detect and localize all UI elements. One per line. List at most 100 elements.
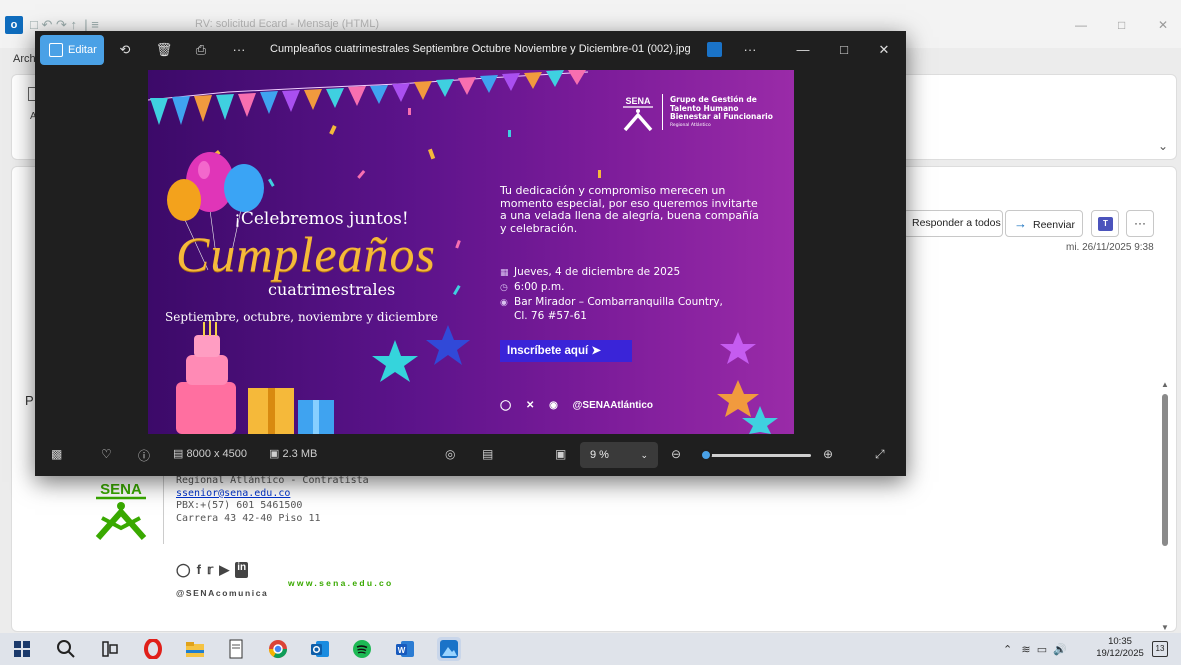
notification-center-icon[interactable]: 13 xyxy=(1152,641,1168,657)
signature-phone: PBX:+(57) 601 5461500 xyxy=(176,500,303,511)
rotate-icon[interactable]: ⟲ xyxy=(116,41,134,59)
chrome-icon[interactable] xyxy=(268,639,288,659)
sena-photo-logo-text: SENA xyxy=(625,96,651,106)
wifi-icon[interactable]: ≋ xyxy=(1021,644,1030,656)
facebook-icon: ◉ xyxy=(549,400,558,411)
viewer-filename: Cumpleaños cuatrimestrales Septiembre Oc… xyxy=(270,43,691,55)
youtube-icon[interactable]: ▶ xyxy=(219,562,229,578)
event-place-text: Bar Mirador – Combarranquilla Country, xyxy=(514,296,723,308)
battery-icon[interactable]: ▭ xyxy=(1037,644,1047,656)
viewer-bottom-bar: ▩ ♡ ⓘ ▤ 8000 x 4500 ▣ 2.3 MB ◎ ▤ ▣ 9 % ⌄ … xyxy=(35,434,906,476)
twitter-icon[interactable]: 𝕣 xyxy=(207,562,213,578)
ribbon-tab-file[interactable]: Arch xyxy=(13,53,36,65)
outlook-taskbar-icon[interactable] xyxy=(310,639,330,659)
windows-icon xyxy=(14,641,30,657)
instagram-icon[interactable]: ◯ xyxy=(176,562,191,578)
save-icon[interactable]: □ xyxy=(30,17,38,32)
event-date: ▦ Jueves, 4 de diciembre de 2025 xyxy=(500,266,680,278)
zoom-level-text: 9 % xyxy=(590,449,609,461)
viewer-minimize-icon[interactable]: — xyxy=(794,41,812,59)
taskbar-clock[interactable]: 10:35 19/12/2025 xyxy=(1096,636,1144,660)
signature-address: Carrera 43 42-40 Piso 11 xyxy=(176,512,321,524)
arrow-right-icon: → xyxy=(1014,216,1027,231)
event-time: ◷ 6:00 p.m. xyxy=(500,281,565,293)
image-dimensions: ▤ 8000 x 4500 xyxy=(173,447,247,460)
chevron-down-icon[interactable]: ⌄ xyxy=(1158,139,1168,153)
filmstrip-icon[interactable]: ▩ xyxy=(51,447,62,461)
file-size-text: 2.3 MB xyxy=(282,448,318,460)
file-size-icon: ▣ xyxy=(269,448,280,460)
menu-icon[interactable]: | ≡ xyxy=(81,17,99,32)
cursor-click-icon: ➤ xyxy=(591,345,602,357)
file-explorer-icon[interactable] xyxy=(185,639,205,659)
zoom-out-icon[interactable]: ⊖ xyxy=(671,447,681,461)
more-icon[interactable]: ··· xyxy=(741,41,759,59)
task-view-icon[interactable] xyxy=(100,639,120,659)
scan-text-icon[interactable]: ▤ xyxy=(482,447,493,461)
edit-button[interactable]: Editar xyxy=(40,35,104,65)
chevron-up-icon[interactable]: ⌃ xyxy=(1003,644,1012,656)
sena-logo-text: SENA xyxy=(100,481,142,498)
organization-name: Grupo de Gestión de Talento Humano Biene… xyxy=(670,95,773,130)
photos-icon[interactable] xyxy=(437,637,461,661)
invitation-paragraph: Tu dedicación y compromiso merecen un mo… xyxy=(500,184,759,235)
start-button[interactable] xyxy=(12,639,32,659)
search-icon[interactable] xyxy=(56,639,76,659)
delete-icon[interactable]: 🗑 xyxy=(155,41,173,59)
spotify-icon[interactable] xyxy=(352,639,372,659)
viewer-close-icon[interactable]: ✕ xyxy=(875,41,893,59)
share-icon[interactable] xyxy=(707,42,722,57)
signature-line: Regional Atlántico - Contratista xyxy=(176,475,369,486)
teams-icon: T xyxy=(1098,217,1113,231)
fit-to-window-icon[interactable]: ▣ xyxy=(555,447,566,461)
more-options-icon[interactable]: ··· xyxy=(230,41,248,59)
scroll-down-icon[interactable]: ▼ xyxy=(1161,623,1169,632)
viewer-toolbar: Editar ⟲ 🗑 ⎙ ··· Cumpleaños cuatrimestra… xyxy=(35,31,906,69)
file-size: ▣ 2.3 MB xyxy=(269,447,317,460)
volume-icon[interactable]: 🔊 xyxy=(1053,644,1067,656)
zoom-level-select[interactable]: 9 % ⌄ xyxy=(580,442,658,468)
word-icon[interactable]: W xyxy=(395,639,415,659)
scrollbar[interactable]: ▲ ▼ xyxy=(1158,380,1172,632)
zoom-in-icon[interactable]: ⊕ xyxy=(823,447,833,461)
opera-icon[interactable] xyxy=(143,639,163,659)
close-icon[interactable]: ✕ xyxy=(1158,18,1168,32)
edit-icon xyxy=(49,43,63,57)
up-icon[interactable]: ↑ xyxy=(71,17,78,32)
invitation-social: ◯ ✕ ◉ @SENAAtlántico xyxy=(500,400,665,411)
face-detect-icon[interactable]: ◎ xyxy=(445,447,455,461)
calendar-icon: ▦ xyxy=(500,268,509,278)
zoom-slider-handle[interactable] xyxy=(700,449,713,461)
message-body-text: P xyxy=(25,393,34,408)
signature-email-link[interactable]: ssenior@sena.edu.co xyxy=(176,488,290,499)
svg-text:W: W xyxy=(398,646,406,655)
notepad-icon[interactable] xyxy=(226,639,246,659)
org-divider xyxy=(662,94,663,130)
instagram-icon: ◯ xyxy=(500,400,512,411)
zoom-slider[interactable] xyxy=(703,454,811,457)
redo-icon[interactable]: ↷ xyxy=(56,17,67,32)
undo-icon[interactable]: ↶ xyxy=(41,17,52,32)
forward-button[interactable]: → Reenviar xyxy=(1005,210,1083,237)
register-label: Inscríbete aquí xyxy=(507,345,589,357)
more-actions-button[interactable]: ··· xyxy=(1126,210,1154,237)
linkedin-icon[interactable]: in xyxy=(235,562,249,578)
minimize-icon[interactable]: — xyxy=(1075,18,1087,32)
fullscreen-icon[interactable]: ⤢ xyxy=(875,447,885,462)
teams-button[interactable]: T xyxy=(1091,210,1119,237)
facebook-icon[interactable]: f xyxy=(197,562,201,578)
info-icon[interactable]: ⓘ xyxy=(138,447,150,464)
print-icon[interactable]: ⎙ xyxy=(192,41,210,59)
org-line: Bienestar al Funcionario xyxy=(670,112,773,121)
maximize-icon[interactable]: □ xyxy=(1118,18,1125,32)
favorite-icon[interactable]: ♡ xyxy=(101,447,112,461)
scroll-up-icon[interactable]: ▲ xyxy=(1161,380,1169,389)
scrollbar-thumb[interactable] xyxy=(1162,394,1168,546)
edit-label: Editar xyxy=(68,44,97,56)
viewer-maximize-icon[interactable]: □ xyxy=(835,41,853,59)
reply-all-button[interactable]: Responder a todos xyxy=(903,210,1003,237)
event-place: ◉ Bar Mirador – Combarranquilla Country, xyxy=(500,296,723,308)
org-region: Regional Atlántico xyxy=(670,122,711,128)
forward-label: Reenviar xyxy=(1033,219,1076,231)
invitation-title: Cumpleaños xyxy=(176,226,436,282)
